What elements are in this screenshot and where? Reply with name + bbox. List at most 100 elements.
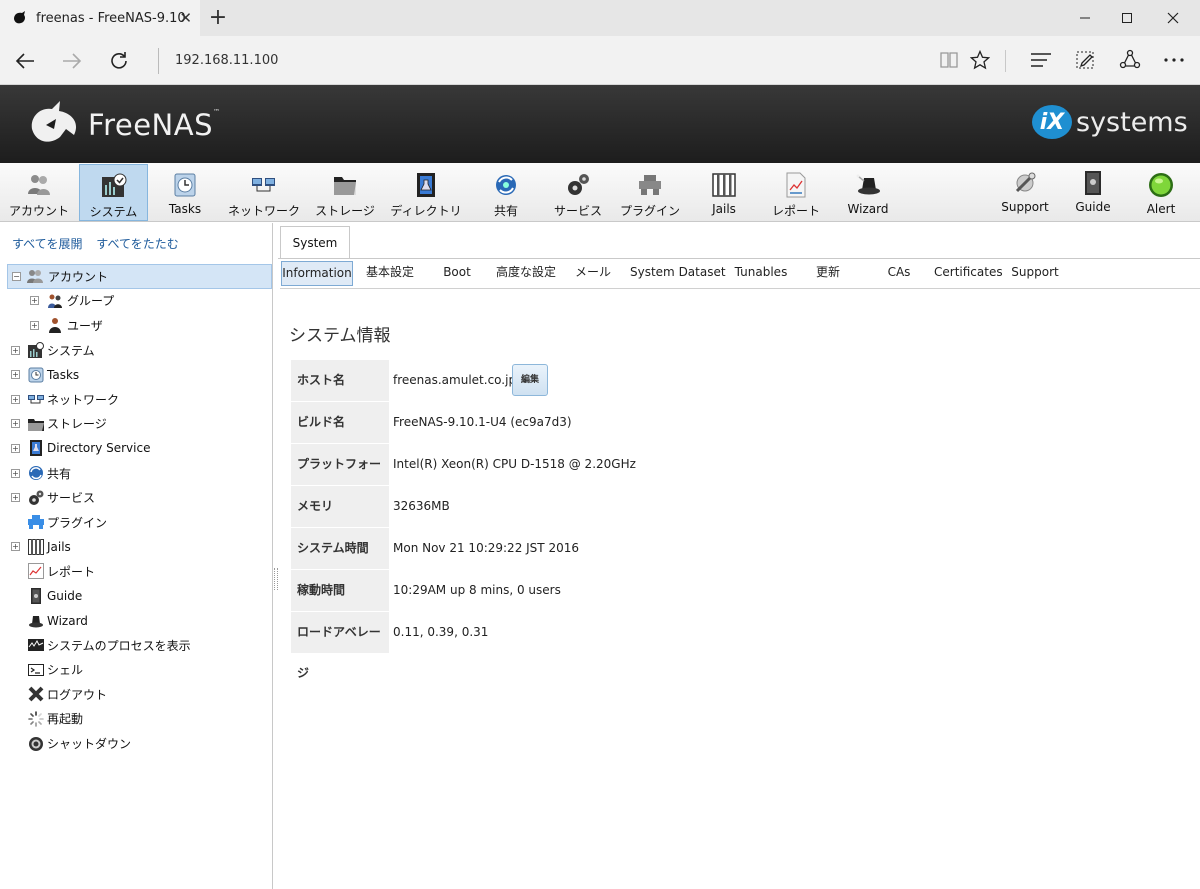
tree-item-tasks[interactable]: + Tasks xyxy=(7,362,272,387)
toolbar-wizard-button[interactable]: Wizard xyxy=(842,164,894,221)
expand-icon[interactable]: + xyxy=(30,296,39,306)
new-tab-icon[interactable]: + xyxy=(206,5,230,30)
toolbar-jails-button[interactable]: Jails xyxy=(702,164,746,221)
subtab-tunables[interactable]: Tunables xyxy=(733,261,789,286)
tree-item-users[interactable]: + ユーザ xyxy=(7,313,272,338)
web-note-icon[interactable] xyxy=(1072,47,1098,73)
toolbar-network-button[interactable]: ネットワーク xyxy=(226,164,302,221)
tree-item-system[interactable]: + システム xyxy=(7,338,272,363)
share-icon[interactable] xyxy=(1117,47,1143,73)
subtab-cas[interactable]: CAs xyxy=(881,261,917,286)
tree-item-logout[interactable]: ログアウト xyxy=(7,682,272,707)
subtab-advanced[interactable]: 高度な設定 xyxy=(494,261,558,286)
reports-icon xyxy=(786,172,806,198)
tree-item-shell[interactable]: シェル xyxy=(7,658,272,683)
subtab-boot[interactable]: Boot xyxy=(436,261,478,286)
subtab-certificates[interactable]: Certificates xyxy=(934,261,1003,286)
toolbar-plugins-button[interactable]: プラグイン xyxy=(619,164,681,221)
tree-item-display-processes[interactable]: システムのプロセスを表示 xyxy=(7,633,272,658)
favorite-star-icon[interactable] xyxy=(967,47,993,73)
collapse-icon[interactable]: − xyxy=(12,271,21,281)
expand-icon[interactable]: + xyxy=(11,493,20,503)
reading-view-icon[interactable] xyxy=(936,47,962,73)
info-row-build: ビルド名 FreeNAS-9.10.1-U4 (ec9a7d3) xyxy=(291,402,891,444)
edit-hostname-button[interactable]: 編集 xyxy=(512,364,548,396)
toolbar-storage-button[interactable]: ストレージ xyxy=(312,164,378,221)
tree-item-wizard[interactable]: Wizard xyxy=(7,608,272,633)
ixsystems-logo[interactable]: iX systems xyxy=(1032,105,1188,139)
tree-item-shutdown[interactable]: シャットダウン xyxy=(7,731,272,756)
tree-item-reports[interactable]: レポート xyxy=(7,559,272,584)
toolbar-services-button[interactable]: サービス xyxy=(548,164,608,221)
expand-icon[interactable]: + xyxy=(11,394,20,404)
url-field[interactable]: 192.168.11.100 xyxy=(158,48,278,74)
back-arrow-icon[interactable] xyxy=(10,46,40,76)
subtab-update[interactable]: 更新 xyxy=(810,261,846,286)
minimize-icon[interactable] xyxy=(1062,0,1108,36)
ixsystems-text: systems xyxy=(1076,106,1188,138)
wizard-icon xyxy=(856,174,880,195)
tree-item-account[interactable]: − アカウント xyxy=(7,264,272,289)
tree-item-services[interactable]: + サービス xyxy=(7,485,272,510)
toolbar-alert-button[interactable]: Alert xyxy=(1140,164,1182,221)
tab-title: freenas - FreeNAS-9.10. xyxy=(36,10,186,26)
browser-address-bar: 192.168.11.100 xyxy=(0,36,1200,85)
collapse-all-link[interactable]: すべてをたたむ xyxy=(96,237,178,251)
subtab-support[interactable]: Support xyxy=(1011,261,1059,286)
toolbar-reports-button[interactable]: レポート xyxy=(767,164,825,221)
tree-item-sharing[interactable]: + 共有 xyxy=(7,461,272,486)
forward-arrow-icon[interactable] xyxy=(57,46,87,76)
close-window-icon[interactable] xyxy=(1150,0,1196,36)
browser-tab[interactable]: freenas - FreeNAS-9.10. ✕ xyxy=(0,0,200,36)
tree-item-groups[interactable]: + グループ xyxy=(7,289,272,314)
tree-item-guide[interactable]: Guide xyxy=(7,584,272,609)
freenas-logo[interactable]: FreeNAS™ xyxy=(26,99,220,151)
user-icon xyxy=(49,318,61,334)
logout-icon xyxy=(28,686,44,702)
freenas-shark-logo-icon xyxy=(31,101,77,142)
toolbar-account-button[interactable]: アカウント xyxy=(4,164,74,221)
freenas-logo-text: FreeNAS™ xyxy=(88,108,221,142)
users-icon xyxy=(28,175,50,195)
hub-icon[interactable] xyxy=(1028,47,1054,73)
subtab-email[interactable]: メール xyxy=(574,261,612,286)
expand-icon[interactable]: + xyxy=(11,419,20,429)
expand-icon[interactable]: + xyxy=(11,468,20,478)
info-row-memory: メモリ 32636MB xyxy=(291,486,891,528)
toolbar-sharing-button[interactable]: 共有 xyxy=(485,164,527,221)
tab-system[interactable]: System xyxy=(280,226,350,258)
tree-item-plugins[interactable]: プラグイン xyxy=(7,510,272,535)
close-tab-icon[interactable]: ✕ xyxy=(179,9,192,27)
toolbar-guide-button[interactable]: Guide xyxy=(1071,164,1115,221)
toolbar-system-button[interactable]: システム xyxy=(79,164,148,221)
info-label: システム時間 xyxy=(291,528,389,569)
power-icon xyxy=(29,736,43,751)
section-title: システム情報 xyxy=(289,326,391,346)
info-value: 32636MB xyxy=(393,499,450,513)
refresh-icon[interactable] xyxy=(104,46,134,76)
toolbar-directory-button[interactable]: ディレクトリ xyxy=(388,164,464,221)
shell-icon xyxy=(28,663,44,676)
subtab-information[interactable]: Information xyxy=(281,261,353,286)
network-icon xyxy=(28,395,44,404)
expand-icon[interactable]: + xyxy=(11,443,20,453)
plugins-icon xyxy=(28,515,44,530)
tree-item-reboot[interactable]: 再起動 xyxy=(7,707,272,732)
more-options-icon[interactable] xyxy=(1161,47,1187,73)
toolbar-tasks-button[interactable]: Tasks xyxy=(156,164,214,221)
support-icon xyxy=(1015,172,1036,193)
subtab-general[interactable]: 基本設定 xyxy=(362,261,418,286)
guide-icon xyxy=(31,588,41,605)
tree-item-network[interactable]: + ネットワーク xyxy=(7,387,272,412)
subtab-system-dataset[interactable]: System Dataset xyxy=(630,261,726,286)
expand-icon[interactable]: + xyxy=(30,320,39,330)
expand-icon[interactable]: + xyxy=(11,345,20,355)
expand-all-link[interactable]: すべてを展開 xyxy=(12,237,82,251)
maximize-icon[interactable] xyxy=(1104,0,1150,36)
tree-item-storage[interactable]: + ストレージ xyxy=(7,412,272,437)
expand-icon[interactable]: + xyxy=(11,370,20,380)
tree-item-directory-service[interactable]: + Directory Service xyxy=(7,436,272,461)
tree-item-jails[interactable]: + Jails xyxy=(7,535,272,560)
toolbar-support-button[interactable]: Support xyxy=(998,164,1052,221)
expand-icon[interactable]: + xyxy=(11,542,20,552)
